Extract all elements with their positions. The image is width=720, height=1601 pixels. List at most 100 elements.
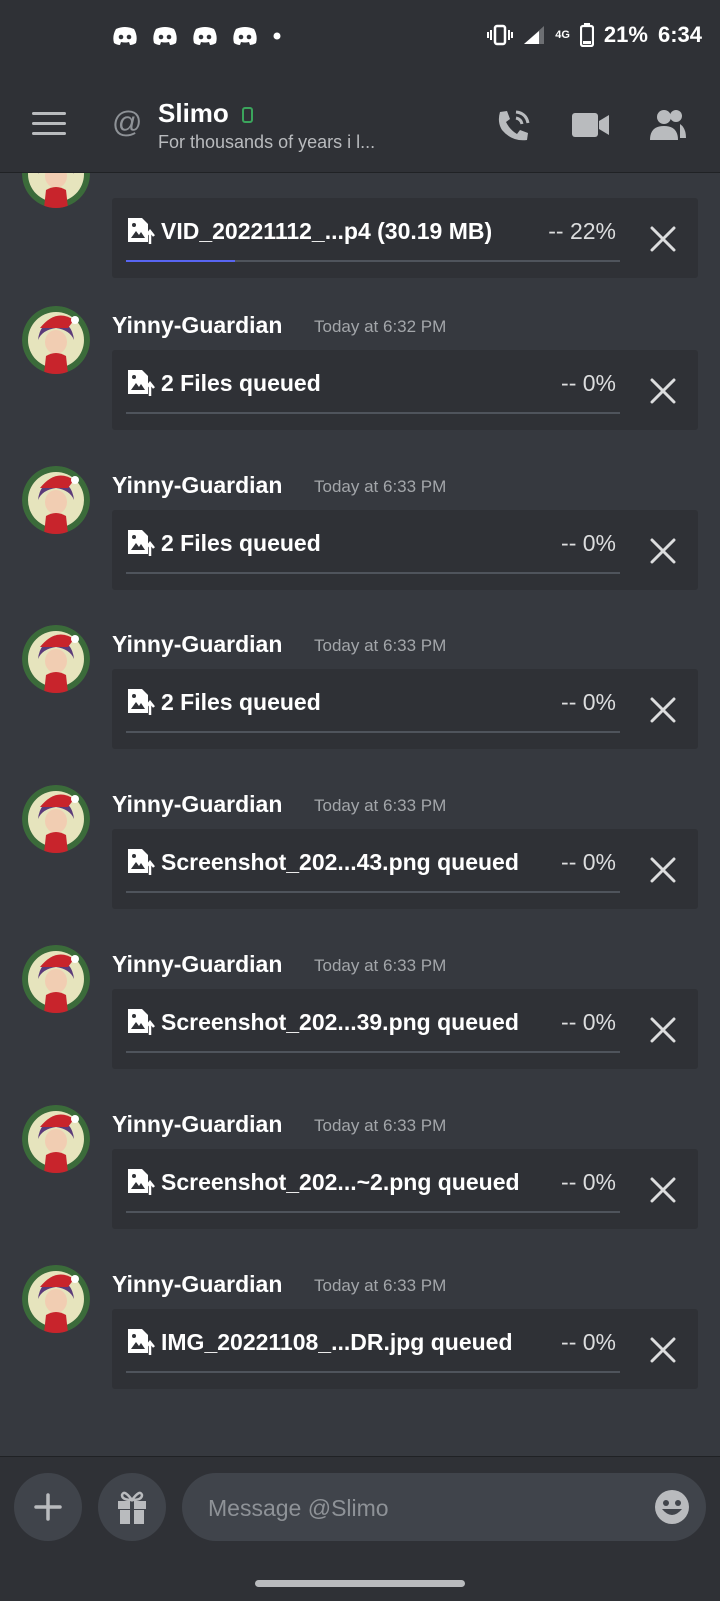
upload-percent: -- 22% <box>548 218 616 244</box>
status-bar: 4G 21% 6:34 <box>0 0 720 78</box>
upload-progress-bar <box>126 731 620 733</box>
upload-item: 2 Files queued -- 0% <box>112 669 698 749</box>
username[interactable]: Yinny-Guardian <box>112 791 282 818</box>
timestamp: Today at 6:33 PM <box>314 796 447 815</box>
upload-progress-bar <box>126 1211 620 1213</box>
upload-percent: -- 0% <box>561 1009 616 1035</box>
video-call-icon[interactable] <box>572 112 610 138</box>
upload-percent: -- 0% <box>561 530 616 556</box>
cancel-upload-icon[interactable] <box>650 1337 676 1363</box>
message-group[interactable]: Yinny-Guardian Today at 6:33 PM 2 Files qu… <box>0 466 720 616</box>
upload-filename: VID_20221112_...p4 (30.19 MB) <box>161 218 493 244</box>
upload-progress-bar <box>126 891 620 893</box>
avatar[interactable] <box>22 945 90 1013</box>
avatar[interactable] <box>22 625 90 693</box>
cancel-upload-icon[interactable] <box>650 226 676 252</box>
upload-progress-bar <box>126 1051 620 1053</box>
gift-icon <box>118 1491 146 1524</box>
upload-filename: Screenshot_202...39.png queued <box>161 1009 519 1035</box>
timestamp: Today at 6:33 PM <box>314 1276 447 1295</box>
dm-recipient-name[interactable]: Slimo <box>158 98 229 129</box>
upload-item: Screenshot_202...43.png queued -- 0% <box>112 829 698 909</box>
message-group[interactable]: Yinny-Guardian Today at 6:33 PM IMG_202211… <box>0 1265 720 1415</box>
upload-progress-fill <box>126 260 235 262</box>
plus-icon <box>34 1493 62 1521</box>
cancel-upload-icon[interactable] <box>650 1017 676 1043</box>
file-upload-icon <box>126 216 156 251</box>
username[interactable]: Yinny-Guardian <box>112 951 282 978</box>
attach-button[interactable] <box>14 1473 82 1541</box>
member-list-icon[interactable] <box>648 108 688 142</box>
discord-icon <box>193 27 217 45</box>
cancel-upload-icon[interactable] <box>650 697 676 723</box>
home-indicator[interactable] <box>255 1580 465 1587</box>
network-type: 4G <box>555 29 570 41</box>
message-group[interactable]: Yinny-Guardian Today at 6:33 PM Screenshot… <box>0 1105 720 1255</box>
upload-percent: -- 0% <box>561 1329 616 1355</box>
avatar[interactable] <box>22 1265 90 1333</box>
message-list[interactable]: Yinny-Guardian Today at 6:32 PM VID_202211… <box>0 0 720 1456</box>
username[interactable]: Yinny-Guardian <box>112 312 282 339</box>
timestamp: Today at 6:33 PM <box>314 956 447 975</box>
message-input-container[interactable] <box>182 1473 706 1543</box>
upload-progress-bar <box>126 412 620 414</box>
avatar[interactable] <box>22 1105 90 1173</box>
mobile-online-status-icon <box>242 107 253 123</box>
message-group[interactable]: Yinny-Guardian Today at 6:33 PM Screenshot… <box>0 785 720 935</box>
avatar[interactable] <box>22 785 90 853</box>
timestamp: Today at 6:33 PM <box>314 636 447 655</box>
message-group[interactable]: Yinny-Guardian Today at 6:32 PM 2 Files qu… <box>0 306 720 456</box>
upload-percent: -- 0% <box>561 1169 616 1195</box>
signal-icon <box>524 26 545 44</box>
username[interactable]: Yinny-Guardian <box>112 472 282 499</box>
timestamp: Today at 6:33 PM <box>314 1116 447 1135</box>
file-upload-icon <box>126 1007 156 1042</box>
file-upload-icon <box>126 1167 156 1202</box>
file-upload-icon <box>126 368 156 403</box>
upload-filename: Screenshot_202...43.png queued <box>161 849 519 875</box>
message-input[interactable] <box>206 1473 610 1543</box>
upload-item: Screenshot_202...~2.png queued -- 0% <box>112 1149 698 1229</box>
upload-filename: 2 Files queued <box>161 689 321 715</box>
avatar[interactable] <box>22 466 90 534</box>
timestamp: Today at 6:33 PM <box>314 477 447 496</box>
file-upload-icon <box>126 528 156 563</box>
cancel-upload-icon[interactable] <box>650 857 676 883</box>
upload-progress-bar <box>126 1371 620 1373</box>
upload-filename: Screenshot_202...~2.png queued <box>161 1169 520 1195</box>
cancel-upload-icon[interactable] <box>650 378 676 404</box>
upload-item: 2 Files queued -- 0% <box>112 510 698 590</box>
file-upload-icon <box>126 687 156 722</box>
menu-icon[interactable] <box>32 112 66 138</box>
upload-filename: 2 Files queued <box>161 530 321 556</box>
battery-percent: 21% <box>603 22 648 47</box>
gift-button[interactable] <box>98 1473 166 1541</box>
channel-header: @ Slimo For thousands of years i l... <box>0 78 720 173</box>
upload-progress-bar <box>126 572 620 574</box>
discord-icon <box>113 27 137 45</box>
cancel-upload-icon[interactable] <box>650 1177 676 1203</box>
custom-status-text: For thousands of years i l... <box>158 132 376 152</box>
cancel-upload-icon[interactable] <box>650 538 676 564</box>
upload-filename: IMG_20221108_...DR.jpg queued <box>161 1329 513 1355</box>
voice-call-icon[interactable] <box>494 108 534 144</box>
more-notifications-dot-icon <box>273 32 281 40</box>
avatar[interactable] <box>22 306 90 374</box>
notification-icons <box>112 26 282 46</box>
upload-item: IMG_20221108_...DR.jpg queued -- 0% <box>112 1309 698 1389</box>
upload-item: Screenshot_202...39.png queued -- 0% <box>112 989 698 1069</box>
username[interactable]: Yinny-Guardian <box>112 1111 282 1138</box>
status-right: 4G 21% 6:34 <box>487 22 702 48</box>
upload-percent: -- 0% <box>561 849 616 875</box>
clock: 6:34 <box>657 22 702 47</box>
message-group[interactable]: Yinny-Guardian Today at 6:33 PM 2 Files qu… <box>0 625 720 775</box>
timestamp: Today at 6:32 PM <box>314 317 447 336</box>
emoji-icon[interactable] <box>654 1489 690 1525</box>
battery-icon <box>579 23 594 47</box>
username[interactable]: Yinny-Guardian <box>112 1271 282 1298</box>
upload-progress-bar <box>126 260 620 262</box>
message-group[interactable]: Yinny-Guardian Today at 6:33 PM Screenshot… <box>0 945 720 1095</box>
upload-item: 2 Files queued -- 0% <box>112 350 698 430</box>
file-upload-icon <box>126 1327 156 1362</box>
username[interactable]: Yinny-Guardian <box>112 631 282 658</box>
